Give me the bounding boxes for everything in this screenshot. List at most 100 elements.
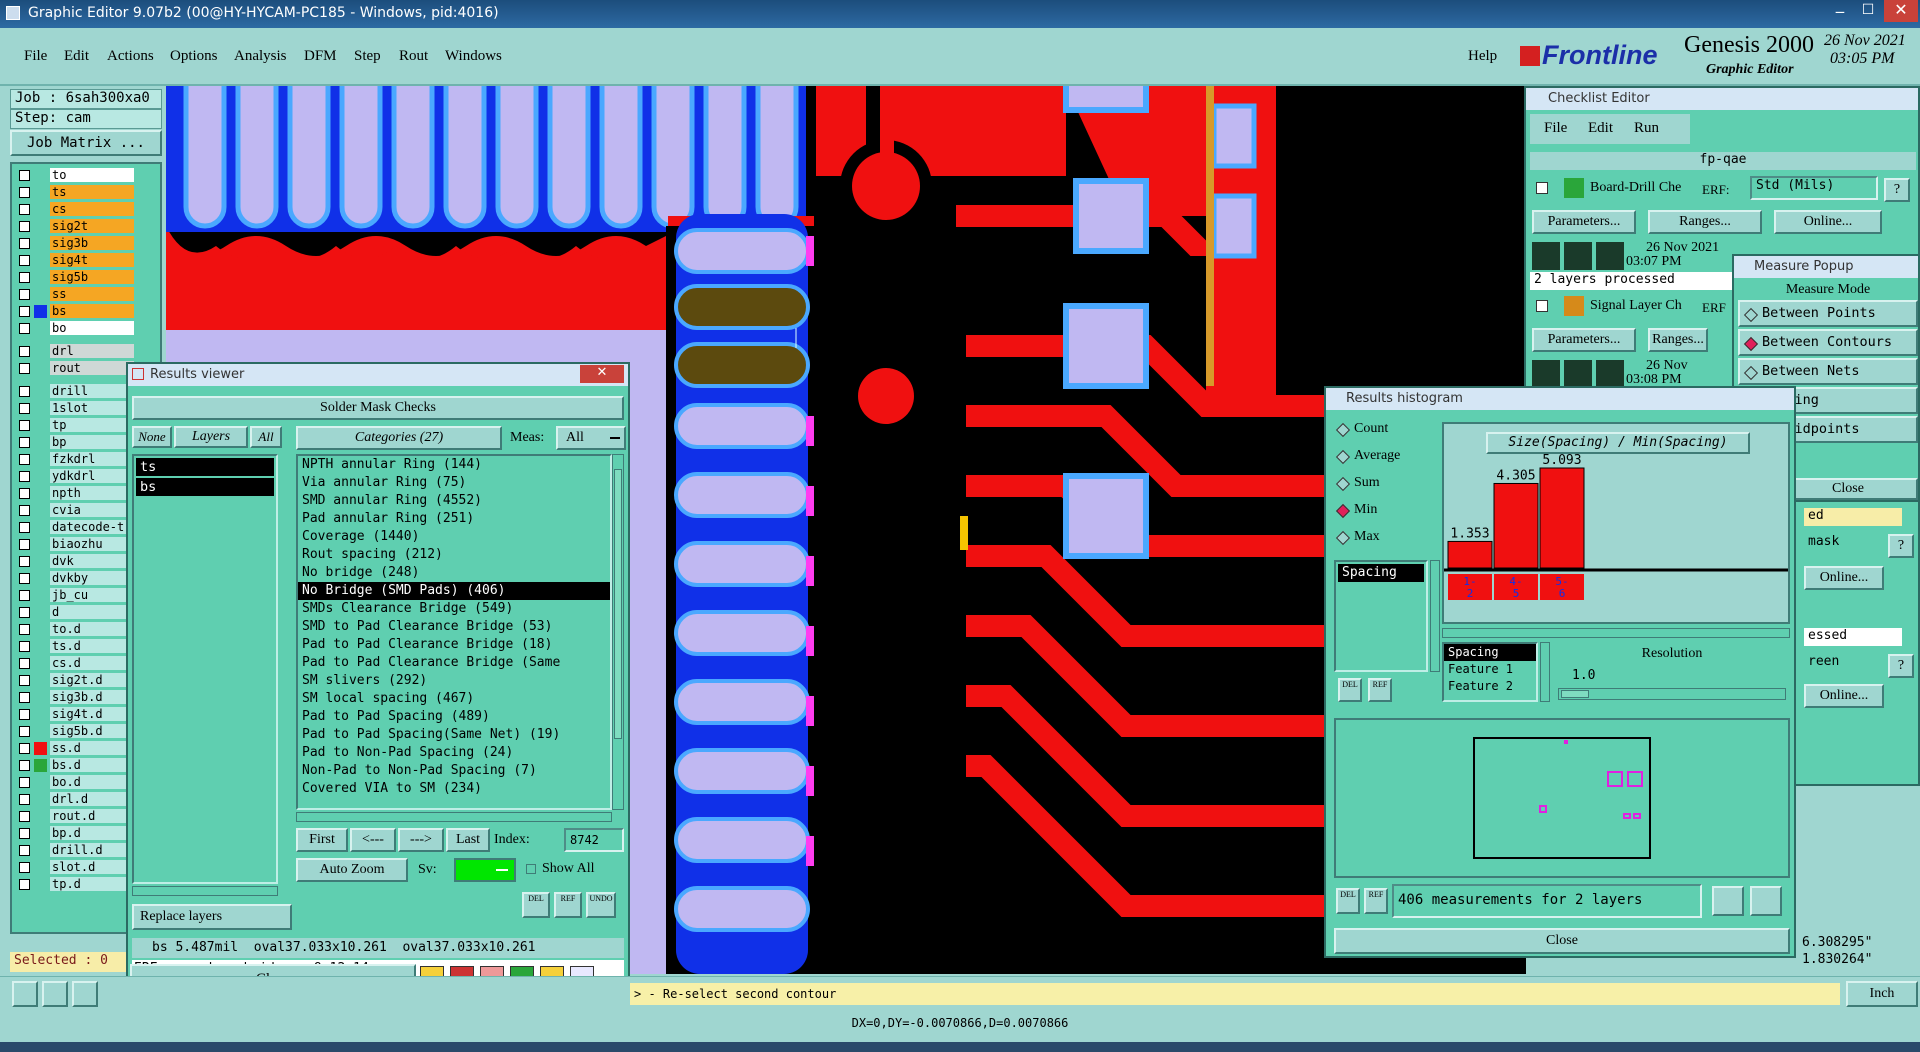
layer-checkbox[interactable] bbox=[19, 573, 30, 584]
menu-edit[interactable]: Edit bbox=[64, 48, 89, 65]
run-icon[interactable] bbox=[1532, 360, 1560, 388]
layer-row-sig4t-d[interactable]: sig4t.d bbox=[16, 707, 134, 722]
category-item[interactable]: No Bridge (SMD Pads) (406) bbox=[298, 582, 610, 600]
layer-row-d[interactable]: d bbox=[16, 605, 134, 620]
layer-checkbox[interactable] bbox=[19, 590, 30, 601]
layer-checkbox[interactable] bbox=[19, 255, 30, 266]
layer-result-item[interactable]: ts bbox=[136, 458, 274, 476]
all-button[interactable]: All bbox=[250, 426, 282, 448]
measure-titlebar[interactable]: Measure Popup bbox=[1734, 256, 1918, 278]
category-item[interactable]: SM local spacing (467) bbox=[298, 690, 610, 708]
layers-button[interactable]: Layers bbox=[174, 426, 248, 448]
online-button[interactable]: Online... bbox=[1804, 566, 1884, 590]
layer-row-ss[interactable]: ss bbox=[16, 287, 134, 302]
layer-list-hscroll[interactable] bbox=[132, 886, 278, 896]
layer-checkbox[interactable] bbox=[19, 204, 30, 215]
layer-row-1slot[interactable]: 1slot bbox=[16, 401, 134, 416]
layer-row-ts[interactable]: ts bbox=[16, 185, 134, 200]
layer-name[interactable]: sig3b.d bbox=[50, 690, 134, 704]
checklist-menu-run[interactable]: Run bbox=[1634, 120, 1659, 137]
run-icon[interactable] bbox=[1564, 360, 1592, 388]
layer-name[interactable]: drl.d bbox=[50, 792, 134, 806]
layer-row-sig4t[interactable]: sig4t bbox=[16, 253, 134, 268]
minimize-icon[interactable]: ‒ bbox=[1828, 2, 1852, 22]
layer-checkbox[interactable] bbox=[19, 363, 30, 374]
layer-checkbox[interactable] bbox=[19, 641, 30, 652]
layer-row-slot-d[interactable]: slot.d bbox=[16, 860, 134, 875]
layer-row-to[interactable]: to bbox=[16, 168, 134, 183]
layer-checkbox[interactable] bbox=[19, 386, 30, 397]
menu-actions[interactable]: Actions bbox=[107, 48, 154, 65]
mode-option-min[interactable]: Min bbox=[1334, 499, 1430, 521]
layer-row-drl-d[interactable]: drl.d bbox=[16, 792, 134, 807]
preview-ref-icon[interactable]: REF bbox=[1364, 888, 1388, 914]
measure-close-button[interactable]: Close bbox=[1778, 478, 1918, 500]
layer-row-rout-d[interactable]: rout.d bbox=[16, 809, 134, 824]
layer-row-bp-d[interactable]: bp.d bbox=[16, 826, 134, 841]
item1-online-button[interactable]: Online... bbox=[1774, 210, 1882, 234]
layer-checkbox[interactable] bbox=[19, 306, 30, 317]
layer-row-rout[interactable]: rout bbox=[16, 361, 134, 376]
category-item[interactable]: Pad to Non-Pad Spacing (24) bbox=[298, 744, 610, 762]
layer-checkbox[interactable] bbox=[19, 221, 30, 232]
layer-checkbox[interactable] bbox=[19, 437, 30, 448]
layer-checkbox[interactable] bbox=[19, 760, 30, 771]
feature-item[interactable]: Feature 1 bbox=[1444, 661, 1536, 678]
last-button[interactable]: Last bbox=[446, 828, 490, 852]
units-select[interactable]: Inch bbox=[1846, 981, 1918, 1007]
layer-checkbox[interactable] bbox=[19, 726, 30, 737]
layer-name[interactable]: jb_cu bbox=[50, 588, 134, 602]
layer-name[interactable]: fzkdrl bbox=[50, 452, 134, 466]
layer-checkbox[interactable] bbox=[19, 828, 30, 839]
layer-row-sig3b[interactable]: sig3b bbox=[16, 236, 134, 251]
first-button[interactable]: First bbox=[296, 828, 348, 852]
preview-del-icon[interactable]: DEL bbox=[1336, 888, 1360, 914]
mode-option-count[interactable]: Count bbox=[1334, 418, 1430, 440]
menu-help[interactable]: Help bbox=[1468, 48, 1497, 65]
item1-erf-value[interactable]: Std (Mils) bbox=[1750, 176, 1878, 200]
layer-name[interactable]: 1slot bbox=[50, 401, 134, 415]
layer-checkbox[interactable] bbox=[19, 272, 30, 283]
layer-name[interactable]: sig5b.d bbox=[50, 724, 134, 738]
histogram-del-icon[interactable]: DEL bbox=[1338, 678, 1362, 702]
feature-item[interactable]: Feature 2 bbox=[1444, 678, 1536, 695]
layer-row-datecode-t[interactable]: datecode-t bbox=[16, 520, 134, 535]
category-item[interactable]: Pad to Pad Spacing (489) bbox=[298, 708, 610, 726]
layer-result-item[interactable]: bs bbox=[136, 478, 274, 496]
categories-hscroll[interactable] bbox=[296, 812, 612, 822]
item1-ranges-button[interactable]: Ranges... bbox=[1648, 210, 1762, 234]
resolution-slider[interactable] bbox=[1558, 688, 1786, 700]
categories-button[interactable]: Categories (27) bbox=[296, 426, 502, 450]
layer-name[interactable]: bs.d bbox=[50, 758, 134, 772]
results-viewer-titlebar[interactable]: Results viewer ✕ bbox=[128, 364, 628, 386]
category-item[interactable]: No bridge (248) bbox=[298, 564, 610, 582]
layer-name[interactable]: ss bbox=[50, 287, 134, 301]
item1-help-button[interactable]: ? bbox=[1884, 178, 1910, 202]
layer-checkbox[interactable] bbox=[19, 420, 30, 431]
chart-hscroll[interactable] bbox=[1442, 628, 1790, 638]
measure-tool-icon[interactable] bbox=[42, 981, 68, 1007]
histogram-titlebar[interactable]: Results histogram bbox=[1326, 388, 1794, 410]
layer-row-sig3b-d[interactable]: sig3b.d bbox=[16, 690, 134, 705]
layer-checkbox[interactable] bbox=[19, 471, 30, 482]
undo-icon[interactable]: UNDO bbox=[586, 892, 616, 918]
resolution-slider-thumb[interactable] bbox=[1561, 690, 1589, 698]
run-icon[interactable] bbox=[1564, 242, 1592, 270]
checklist-titlebar[interactable]: Checklist Editor bbox=[1526, 88, 1918, 110]
show-all-checkbox[interactable] bbox=[526, 864, 536, 874]
layer-name[interactable]: drl bbox=[50, 344, 134, 358]
help-button[interactable]: ? bbox=[1888, 534, 1914, 558]
layer-checkbox[interactable] bbox=[19, 403, 30, 414]
sv-color-select[interactable] bbox=[454, 858, 516, 882]
layer-checkbox[interactable] bbox=[19, 692, 30, 703]
auto-zoom-select[interactable]: Auto Zoom bbox=[296, 858, 408, 882]
index-input[interactable]: 8742 bbox=[564, 828, 624, 852]
layer-row-dvk[interactable]: dvk bbox=[16, 554, 134, 569]
layer-name[interactable]: drill.d bbox=[50, 843, 134, 857]
layer-checkbox[interactable] bbox=[19, 709, 30, 720]
layer-name[interactable]: ydkdrl bbox=[50, 469, 134, 483]
category-item[interactable]: Via annular Ring (75) bbox=[298, 474, 610, 492]
menu-file[interactable]: File bbox=[24, 48, 47, 65]
mode-option-average[interactable]: Average bbox=[1334, 445, 1430, 467]
category-item[interactable]: Coverage (1440) bbox=[298, 528, 610, 546]
